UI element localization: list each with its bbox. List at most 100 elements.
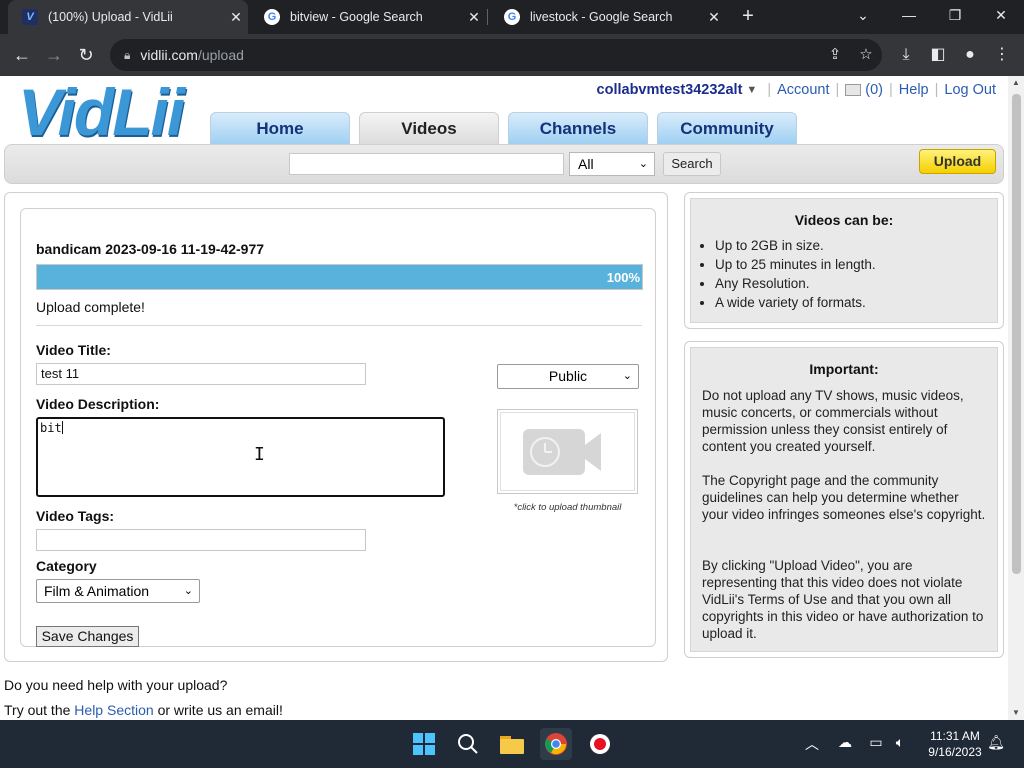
category-select[interactable]: Film & Animation ⌄	[36, 579, 200, 603]
video-camera-icon	[523, 429, 601, 475]
google-favicon-icon: G	[504, 9, 520, 25]
thumbnail-frame	[500, 412, 635, 491]
important-paragraph: The Copyright page and the community gui…	[702, 473, 986, 522]
url-path: /upload	[197, 47, 244, 63]
lock-icon: 🔒︎	[124, 47, 131, 62]
window-close-icon[interactable]: ✕	[978, 0, 1024, 34]
network-icon[interactable]: ▭	[866, 734, 886, 751]
mail-envelope-icon[interactable]	[845, 84, 862, 96]
tray-overflow-chevron-icon[interactable]: ︿	[802, 734, 822, 754]
browser-tab-vidlii[interactable]: V (100%) Upload - VidLii ✕	[8, 0, 248, 34]
video-description-textarea[interactable]: bit	[36, 417, 445, 497]
share-icon[interactable]: ⇪	[824, 44, 846, 66]
nav-tab-videos[interactable]: Videos	[359, 112, 499, 144]
video-title-input[interactable]: test 11	[36, 363, 366, 385]
chevron-down-icon: ⌄	[638, 158, 648, 170]
nav-tab-home[interactable]: Home	[210, 112, 350, 144]
browser-tab-strip: V (100%) Upload - VidLii ✕ G bitview - G…	[0, 0, 1024, 34]
scroll-down-icon[interactable]: ▼	[1008, 706, 1024, 720]
vidlii-favicon-icon: V	[22, 9, 38, 25]
volume-icon[interactable]: 🔈︎	[890, 734, 910, 751]
forward-arrow-icon[interactable]: →	[42, 43, 66, 67]
upload-panel: bandicam 2023-09-16 11-19-42-977 100% Up…	[4, 192, 668, 662]
tab-divider	[487, 9, 488, 25]
file-explorer-icon[interactable]	[496, 728, 528, 760]
page-viewport: VidLii collabvmtest34232alt ▼ | Account …	[0, 76, 1024, 720]
google-favicon-icon: G	[264, 9, 280, 25]
help-section-link[interactable]: Help Section	[74, 702, 153, 718]
close-tab-icon[interactable]: ✕	[462, 9, 486, 26]
search-input[interactable]	[289, 153, 564, 175]
username-link[interactable]: collabvmtest34232alt	[597, 82, 743, 98]
videos-can-be-panel: Videos can be: Up to 2GB in size. Up to …	[684, 192, 1004, 329]
chevron-down-icon: ⌄	[183, 585, 193, 597]
menu-kebab-icon[interactable]: ⋮	[990, 43, 1014, 67]
separator: |	[767, 82, 772, 98]
side-panel-icon[interactable]: ◧	[926, 43, 950, 67]
browser-tab-bitview[interactable]: G bitview - Google Search ✕	[250, 0, 486, 34]
help-text: Try out the	[4, 702, 75, 718]
logout-link[interactable]: Log Out	[944, 82, 996, 98]
system-clock[interactable]: 11:31 AM 9/16/2023	[922, 728, 988, 760]
list-item: Up to 2GB in size.	[715, 236, 876, 255]
chrome-taskbar-icon[interactable]	[540, 728, 572, 760]
divider	[36, 325, 642, 326]
video-tags-input[interactable]	[36, 529, 366, 551]
help-link[interactable]: Help	[899, 82, 929, 98]
separator: |	[934, 82, 939, 98]
tab-search-chevron-icon[interactable]: ⌄	[840, 0, 886, 34]
upload-button[interactable]: Upload	[919, 149, 996, 174]
recorder-icon[interactable]	[584, 728, 616, 760]
list-item: Any Resolution.	[715, 274, 876, 293]
browser-toolbar: ← → ↻ 🔒︎ vidlii.com/upload ⇪ ☆ ⤓ ◧ ● ⋮	[0, 34, 1024, 76]
video-tags-label: Video Tags:	[36, 508, 115, 524]
profile-icon[interactable]: ●	[958, 43, 982, 67]
windows-start-icon[interactable]	[408, 728, 440, 760]
notifications-bell-icon[interactable]: 🔔︎	[986, 734, 1006, 751]
separator: |	[889, 82, 893, 98]
search-category-select[interactable]: All ⌄	[569, 152, 655, 176]
privacy-value: Public	[548, 368, 588, 384]
back-arrow-icon[interactable]: ←	[10, 43, 34, 67]
important-panel: Important: Do not upload any TV shows, m…	[684, 341, 1004, 658]
scroll-up-icon[interactable]: ▲	[1008, 76, 1024, 90]
onedrive-icon[interactable]: ☁	[835, 734, 855, 751]
nav-tab-channels[interactable]: Channels	[508, 112, 648, 144]
privacy-select[interactable]: Public ⌄	[497, 364, 639, 389]
user-dropdown-caret-icon[interactable]: ▼	[746, 84, 757, 96]
inbox-count-link[interactable]: (0)	[865, 82, 883, 98]
address-bar[interactable]: 🔒︎ vidlii.com/upload	[110, 39, 882, 71]
video-requirements-list: Up to 2GB in size. Up to 25 minutes in l…	[715, 236, 876, 312]
separator: |	[835, 82, 840, 98]
panel-body: Videos can be: Up to 2GB in size. Up to …	[690, 198, 998, 323]
minimize-icon[interactable]: —	[886, 0, 932, 34]
browser-tab-livestock[interactable]: G livestock - Google Search ✕	[490, 0, 726, 34]
upload-status: Upload complete!	[36, 299, 145, 315]
text-caret	[61, 421, 63, 434]
scrollbar-thumb[interactable]	[1012, 94, 1021, 574]
download-icon[interactable]: ⤓	[894, 43, 918, 67]
new-tab-icon[interactable]: +	[736, 4, 760, 28]
url-host: vidlii.com	[140, 47, 198, 63]
page-scrollbar[interactable]: ▲ ▼	[1008, 76, 1024, 720]
thumbnail-upload-box[interactable]	[497, 409, 638, 494]
tab-title: bitview - Google Search	[290, 10, 423, 24]
list-item: A wide variety of formats.	[715, 293, 876, 312]
tab-title: (100%) Upload - VidLii	[48, 10, 173, 24]
account-link[interactable]: Account	[777, 82, 829, 98]
reload-icon[interactable]: ↻	[74, 43, 98, 67]
video-title-label: Video Title:	[36, 342, 111, 358]
close-tab-icon[interactable]: ✕	[702, 9, 726, 26]
close-tab-icon[interactable]: ✕	[224, 9, 248, 26]
search-icon[interactable]	[452, 728, 484, 760]
important-paragraph: By clicking "Upload Video", you are repr…	[702, 558, 984, 641]
search-button[interactable]: Search	[663, 152, 721, 176]
vidlii-logo[interactable]: VidLii	[18, 78, 185, 146]
progress-fill	[37, 265, 642, 289]
save-changes-button[interactable]: Save Changes	[36, 626, 139, 647]
windows-taskbar: ︿ ☁ ▭ 🔈︎ 11:31 AM 9/16/2023 🔔︎	[0, 720, 1024, 768]
nav-tab-community[interactable]: Community	[657, 112, 797, 144]
restore-icon[interactable]: ❐	[932, 0, 978, 34]
important-heading: Important:	[809, 361, 879, 377]
bookmark-star-icon[interactable]: ☆	[855, 44, 877, 66]
